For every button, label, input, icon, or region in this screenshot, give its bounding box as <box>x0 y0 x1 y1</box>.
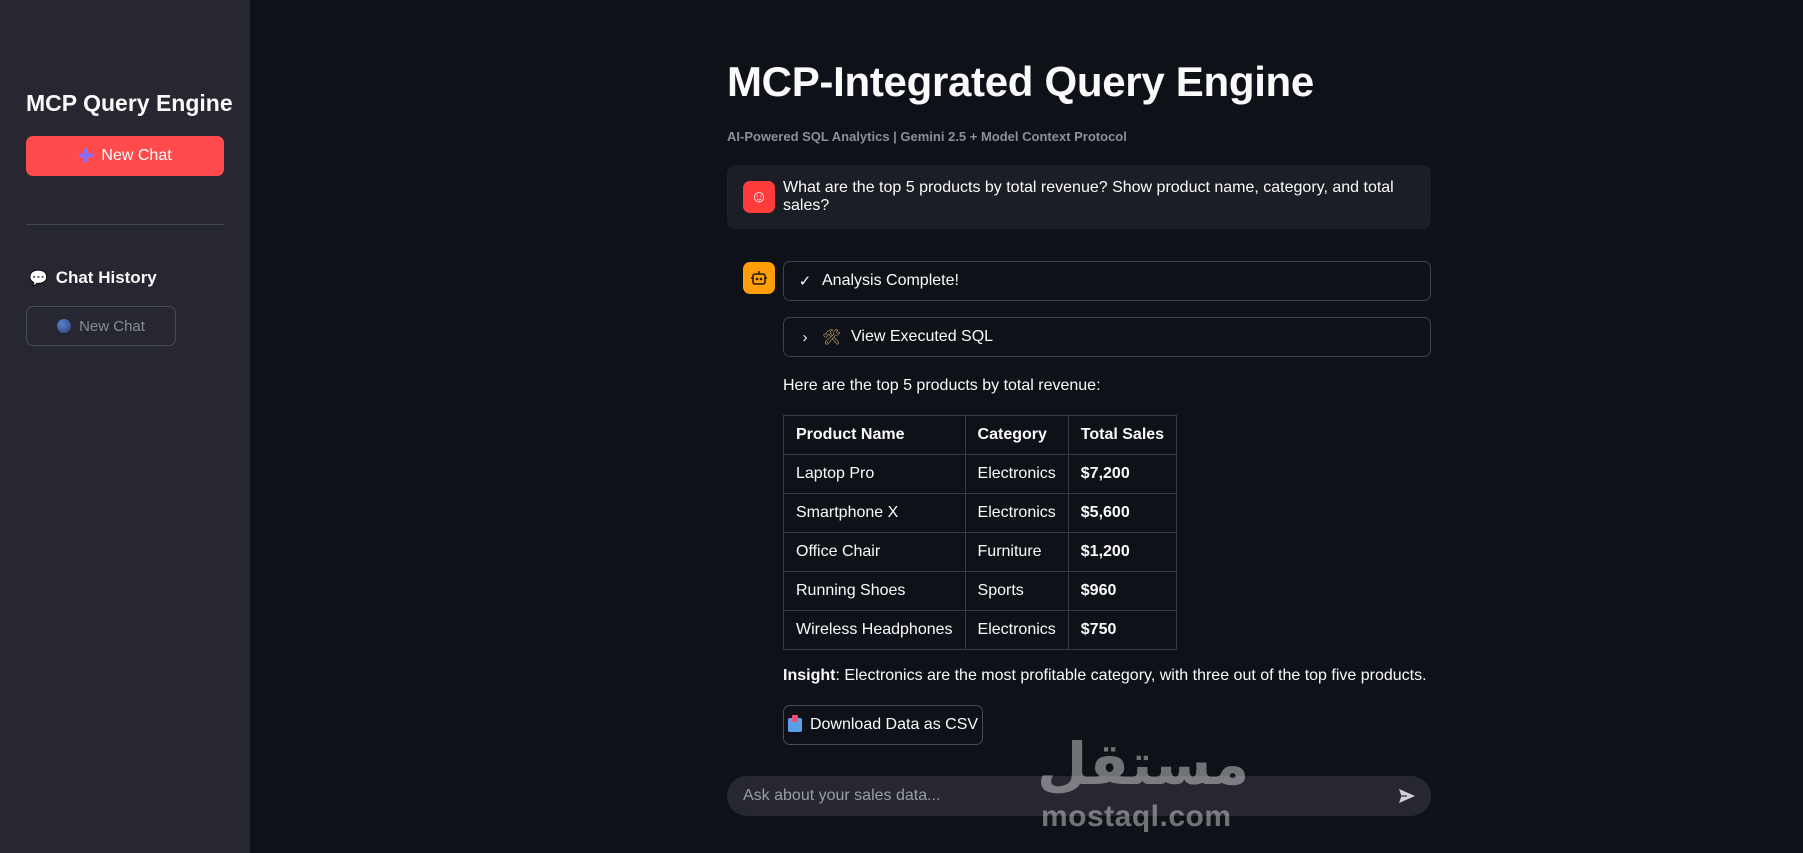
sql-expander-label: View Executed SQL <box>851 328 994 345</box>
download-csv-button[interactable]: Download Data as CSV <box>783 705 983 745</box>
insight-text: Insight: Electronics are the most profit… <box>783 667 1427 685</box>
answer-intro: Here are the top 5 products by total rev… <box>783 377 1101 394</box>
category-cell: Electronics <box>964 610 1069 650</box>
sidebar: MCP Query Engine ✚ New Chat 💬 Chat Histo… <box>0 0 250 853</box>
total-sales-cell: $5,600 <box>1067 493 1178 533</box>
product-name-cell: Wireless Headphones <box>783 610 966 650</box>
product-name-cell: Laptop Pro <box>783 454 966 494</box>
results-table: Product Name Category Total Sales Laptop… <box>783 415 1178 650</box>
speech-bubble-icon: 💬 <box>29 270 48 287</box>
table-row: Laptop Pro Electronics $7,200 <box>783 454 1178 494</box>
total-sales-cell: $960 <box>1067 571 1178 611</box>
chat-history-title: Chat History <box>55 268 157 287</box>
chevron-right-icon: › <box>802 328 808 346</box>
status-label: Analysis Complete! <box>822 272 959 289</box>
tools-icon: 🛠 <box>822 329 842 346</box>
category-cell: Electronics <box>964 493 1069 533</box>
sql-expander[interactable]: › 🛠 View Executed SQL <box>783 317 1431 357</box>
total-sales-cell: $750 <box>1067 610 1178 650</box>
robot-icon <box>751 271 767 285</box>
new-chat-label: New Chat <box>101 147 172 164</box>
table-row: Office Chair Furniture $1,200 <box>783 532 1178 572</box>
user-message-text: What are the top 5 products by total rev… <box>783 179 1394 214</box>
inbox-tray-icon <box>787 715 802 732</box>
user-avatar-icon: ☺ <box>743 181 775 213</box>
table-row: Smartphone X Electronics $5,600 <box>783 493 1178 533</box>
sidebar-title: MCP Query Engine <box>26 90 233 116</box>
table-row: Wireless Headphones Electronics $750 <box>783 610 1178 650</box>
new-chat-button[interactable]: ✚ New Chat <box>26 136 224 176</box>
sidebar-divider <box>26 224 224 225</box>
history-item-new-chat[interactable]: New Chat <box>26 306 176 346</box>
column-header: Category <box>964 415 1069 455</box>
check-icon: ✓ <box>798 273 812 290</box>
page-subtitle: AI-Powered SQL Analytics | Gemini 2.5 + … <box>727 129 1127 144</box>
chat-input[interactable] <box>743 787 1397 805</box>
product-name-cell: Running Shoes <box>783 571 966 611</box>
insight-body: : Electronics are the most profitable ca… <box>835 667 1427 684</box>
history-item-label: New Chat <box>79 317 145 335</box>
product-name-cell: Office Chair <box>783 532 966 572</box>
category-cell: Furniture <box>964 532 1069 572</box>
insight-label: Insight <box>783 667 836 684</box>
page-title: MCP-Integrated Query Engine <box>727 58 1314 105</box>
chat-history-heading: 💬 Chat History <box>29 268 157 288</box>
table-row: Running Shoes Sports $960 <box>783 571 1178 611</box>
total-sales-cell: $7,200 <box>1067 454 1178 494</box>
column-header: Total Sales <box>1067 415 1178 455</box>
column-header: Product Name <box>783 415 966 455</box>
user-message: ☺ What are the top 5 products by total r… <box>727 165 1431 229</box>
send-icon[interactable] <box>1397 786 1417 806</box>
category-cell: Sports <box>964 571 1069 611</box>
product-name-cell: Smartphone X <box>783 493 966 533</box>
plus-icon: ✚ <box>78 145 94 166</box>
table-header-row: Product Name Category Total Sales <box>783 415 1178 455</box>
status-expander[interactable]: ✓ Analysis Complete! <box>783 261 1431 301</box>
chat-input-bar <box>727 776 1431 816</box>
category-cell: Electronics <box>964 454 1069 494</box>
download-label: Download Data as CSV <box>809 716 979 733</box>
main-area: MCP-Integrated Query Engine AI-Powered S… <box>250 0 1803 853</box>
total-sales-cell: $1,200 <box>1067 532 1178 572</box>
bot-avatar-icon <box>743 262 775 294</box>
blue-circle-icon <box>57 319 72 333</box>
